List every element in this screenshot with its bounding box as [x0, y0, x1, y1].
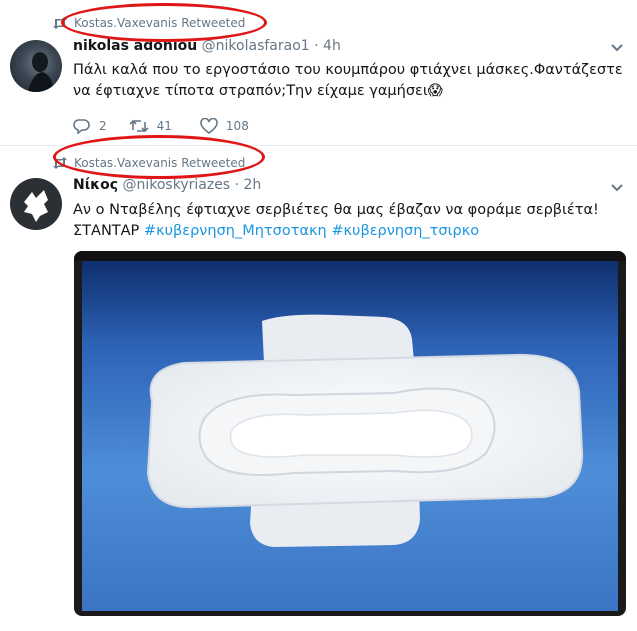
- retweet-count: 41: [156, 119, 172, 133]
- retweet-icon: [129, 119, 149, 133]
- tweet-1[interactable]: Kostas.Vaxevanis Retweeted nikolas adoni…: [0, 0, 637, 146]
- retweet-button[interactable]: 41: [129, 118, 172, 134]
- tweet-text: Πάλι καλά που το εργοστάσιο του κουμπάρο…: [73, 62, 623, 99]
- like-icon: [200, 118, 218, 134]
- tweet-text-line: ΣΤΑΝΤΑΡ #κυβερνηση_Μητσοτακη #κυβερνηση_…: [73, 221, 628, 242]
- tweet-text-word: ΣΤΑΝΤΑΡ: [73, 223, 140, 239]
- author-name[interactable]: nikolas adoniou: [73, 38, 197, 54]
- retweeted-by-line[interactable]: Kostas.Vaxevanis Retweeted: [52, 16, 245, 30]
- author-name[interactable]: Νίκος: [73, 177, 118, 193]
- retweet-icon: [53, 17, 67, 29]
- hashtag-link[interactable]: #κυβερνηση_Μητσοτακη: [144, 223, 327, 239]
- tweet-time[interactable]: · 2h: [235, 177, 262, 193]
- avatar[interactable]: [10, 40, 62, 92]
- reply-count: 2: [99, 119, 107, 133]
- reply-icon: [73, 119, 90, 134]
- chevron-down-icon[interactable]: [611, 44, 623, 52]
- avatar[interactable]: [10, 178, 62, 230]
- author-handle[interactable]: @nikolasfarao1: [202, 38, 310, 54]
- retweeted-by-text: Kostas.Vaxevanis Retweeted: [74, 156, 246, 170]
- tweet-header: nikolas adoniou @nikolasfarao1 · 4h: [73, 38, 341, 54]
- author-handle[interactable]: @nikoskyriazes: [123, 177, 231, 193]
- reply-button[interactable]: 2: [73, 118, 107, 134]
- tweet-header: Νίκος @nikoskyriazes · 2h: [73, 177, 261, 193]
- retweeted-by-text: Kostas.Vaxevanis Retweeted: [74, 16, 246, 30]
- chevron-down-icon[interactable]: [611, 184, 623, 192]
- retweet-icon: [53, 157, 67, 169]
- tweet-text: Αν ο Νταβέλης έφτιαχνε σερβιέτες θα μας …: [73, 200, 628, 242]
- hashtag-link[interactable]: #κυβερνηση_τσιρκο: [331, 223, 479, 239]
- like-count: 108: [225, 119, 249, 133]
- tweet-actions: 2 41 108: [73, 118, 271, 134]
- tweet-2[interactable]: Kostas.Vaxevanis Retweeted Νίκος @nikosk…: [0, 135, 637, 631]
- like-button[interactable]: 108: [200, 118, 249, 134]
- tweet-time[interactable]: · 4h: [314, 38, 341, 54]
- tweet-text-line: Αν ο Νταβέλης έφτιαχνε σερβιέτες θα μας …: [73, 202, 599, 218]
- tweet-media-image[interactable]: [74, 251, 626, 616]
- retweeted-by-line[interactable]: Kostas.Vaxevanis Retweeted: [52, 156, 245, 170]
